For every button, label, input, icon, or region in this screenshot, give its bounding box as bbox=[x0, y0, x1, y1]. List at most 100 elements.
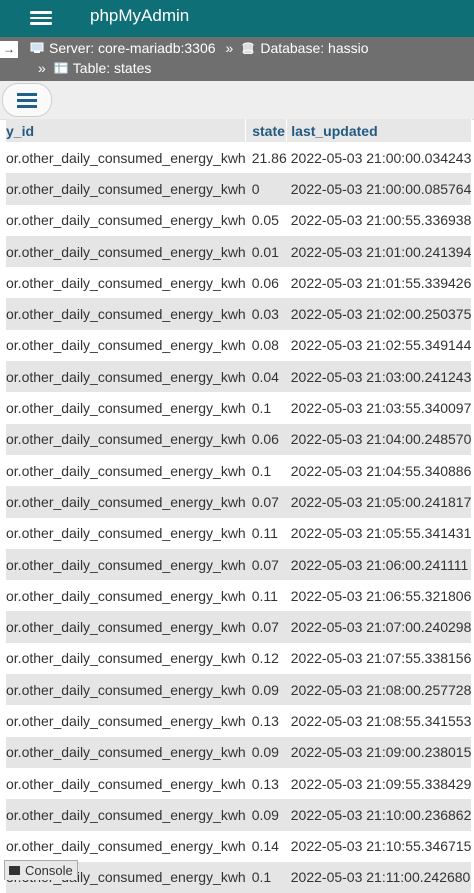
table-row[interactable]: or.other_daily_consumed_energy_kwh 0.09 20… bbox=[6, 736, 472, 768]
table-row[interactable]: or.other_daily_consumed_energy_kwh 0.06 20… bbox=[6, 423, 472, 455]
cell-state: 0.09 bbox=[245, 799, 287, 831]
cell-last-updated: 2022-05-03 21:04:55.340886 bbox=[286, 454, 472, 487]
cell-state: 0.07 bbox=[245, 611, 287, 643]
database-icon bbox=[242, 42, 254, 54]
breadcrumb-database[interactable]: Database: hassio bbox=[260, 40, 368, 56]
cell-last-updated: 2022-05-03 21:00:00.034243 bbox=[286, 142, 472, 174]
hamburger-menu-icon[interactable] bbox=[30, 8, 52, 28]
table-row[interactable]: or.other_daily_consumed_energy_kwh 0.12 20… bbox=[6, 642, 472, 675]
table-row[interactable]: or.other_daily_consumed_energy_kwh 0.04 20… bbox=[6, 361, 472, 393]
cell-state: 21.86 bbox=[245, 142, 287, 174]
cell-last-updated: 2022-05-03 21:08:55.341553 bbox=[286, 705, 472, 737]
cell-last-updated: 2022-05-03 21:08:00.257728 bbox=[286, 674, 472, 706]
breadcrumb-separator: » bbox=[225, 40, 234, 56]
cell-state: 0.05 bbox=[245, 204, 287, 236]
breadcrumb-separator: » bbox=[38, 60, 46, 76]
cell-entity-id: or.other_daily_consumed_energy_kwh bbox=[6, 361, 246, 393]
cell-state: 0.1 bbox=[245, 392, 287, 424]
table-header-row: y_id state last_updated bbox=[6, 119, 472, 142]
cell-state: 0.06 bbox=[245, 267, 287, 299]
table-row[interactable]: or.other_daily_consumed_energy_kwh 0 2022-… bbox=[6, 173, 472, 205]
cell-entity-id: or.other_daily_consumed_energy_kwh bbox=[6, 454, 246, 487]
cell-state: 0.13 bbox=[245, 767, 287, 800]
cell-state: 0.13 bbox=[245, 705, 287, 737]
breadcrumb-server[interactable]: Server: core-mariadb:3306 bbox=[49, 40, 216, 56]
column-header-entity-id[interactable]: y_id bbox=[6, 119, 247, 142]
table-row[interactable]: or.other_daily_consumed_energy_kwh 0.11 20… bbox=[6, 517, 472, 549]
cell-entity-id: or.other_daily_consumed_energy_kwh bbox=[6, 642, 246, 675]
table-row[interactable]: or.other_daily_consumed_energy_kwh 21.86 2… bbox=[6, 142, 472, 174]
cell-last-updated: 2022-05-03 21:02:55.349144 bbox=[286, 329, 472, 362]
cell-entity-id: or.other_daily_consumed_energy_kwh bbox=[6, 486, 246, 518]
table-row[interactable]: or.other_daily_consumed_energy_kwh 0.1 202… bbox=[6, 454, 472, 487]
cell-last-updated: 2022-05-03 21:06:00.241111 bbox=[286, 548, 472, 581]
table-row[interactable]: or.other_daily_consumed_energy_kwh 0.09 20… bbox=[6, 799, 472, 831]
cell-entity-id: or.other_daily_consumed_energy_kwh bbox=[6, 705, 246, 737]
cell-state: 0.07 bbox=[245, 486, 287, 518]
table-row[interactable]: or.other_daily_consumed_energy_kwh 0.1 202… bbox=[6, 392, 472, 424]
cell-entity-id: or.other_daily_consumed_energy_kwh bbox=[6, 580, 246, 612]
cell-state: 0.11 bbox=[245, 517, 287, 549]
table-row[interactable]: or.other_daily_consumed_energy_kwh 0.01 20… bbox=[6, 235, 472, 268]
column-header-last-updated[interactable]: last_updated bbox=[286, 119, 472, 142]
table-row[interactable]: or.other_daily_consumed_energy_kwh 0.07 20… bbox=[6, 611, 472, 643]
console-label: Console bbox=[25, 863, 73, 878]
breadcrumb-table[interactable]: Table: states bbox=[73, 60, 152, 76]
table-row[interactable]: or.other_daily_consumed_energy_kwh 0.07 20… bbox=[6, 486, 472, 518]
table-row[interactable]: or.other_daily_consumed_energy_kwh 0.13 20… bbox=[6, 767, 472, 800]
cell-entity-id: or.other_daily_consumed_energy_kwh bbox=[6, 142, 246, 174]
cell-last-updated: 2022-05-03 21:05:00.241817 bbox=[286, 486, 472, 518]
app-title[interactable]: phpMyAdmin bbox=[90, 6, 189, 26]
cell-last-updated: 2022-05-03 21:07:00.240298 bbox=[286, 611, 472, 643]
cell-entity-id: or.other_daily_consumed_energy_kwh bbox=[6, 830, 246, 862]
table-row[interactable]: or.other_daily_consumed_energy_kwh 0.07 20… bbox=[6, 548, 472, 581]
results-table: y_id state last_updated or.other_daily_c… bbox=[6, 119, 472, 893]
cell-last-updated: 2022-05-03 21:11:00.242680 bbox=[286, 861, 472, 893]
cell-entity-id: or.other_daily_consumed_energy_kwh bbox=[6, 611, 246, 643]
cell-entity-id: or.other_daily_consumed_energy_kwh bbox=[6, 267, 246, 299]
menu-toggle-button[interactable] bbox=[2, 83, 52, 117]
cell-last-updated: 2022-05-03 21:00:55.336938 bbox=[286, 204, 472, 236]
table-row[interactable]: or.other_daily_consumed_energy_kwh 0.11 20… bbox=[6, 580, 472, 612]
cell-entity-id: or.other_daily_consumed_energy_kwh bbox=[6, 799, 246, 831]
table-row[interactable]: or.other_daily_consumed_energy_kwh 0.14 20… bbox=[6, 830, 472, 862]
cell-state: 0.1 bbox=[245, 454, 287, 487]
table-row[interactable]: or.other_daily_consumed_energy_kwh 0.13 20… bbox=[6, 705, 472, 737]
cell-last-updated: 2022-05-03 21:10:00.236862 bbox=[286, 799, 472, 831]
cell-entity-id: or.other_daily_consumed_energy_kwh bbox=[6, 329, 246, 362]
cell-entity-id: or.other_daily_consumed_energy_kwh bbox=[6, 423, 246, 455]
toolbar bbox=[0, 81, 474, 120]
table-row[interactable]: or.other_daily_consumed_energy_kwh 0.03 20… bbox=[6, 298, 472, 330]
cell-state: 0.09 bbox=[245, 674, 287, 706]
table-row[interactable]: or.other_daily_consumed_energy_kwh 0.05 20… bbox=[6, 204, 472, 236]
cell-last-updated: 2022-05-03 21:10:55.346715 bbox=[286, 830, 472, 862]
cell-entity-id: or.other_daily_consumed_energy_kwh bbox=[6, 235, 246, 268]
cell-last-updated: 2022-05-03 21:03:55.340097 bbox=[286, 392, 472, 424]
cell-state: 0.07 bbox=[245, 548, 287, 581]
cell-last-updated: 2022-05-03 21:06:55.321806 bbox=[286, 580, 472, 612]
cell-last-updated: 2022-05-03 21:02:00.250375 bbox=[286, 298, 472, 330]
cell-last-updated: 2022-05-03 21:05:55.341431 bbox=[286, 517, 472, 549]
cell-entity-id: or.other_daily_consumed_energy_kwh bbox=[6, 736, 246, 768]
cell-entity-id: or.other_daily_consumed_energy_kwh bbox=[6, 517, 246, 549]
cell-entity-id: or.other_daily_consumed_energy_kwh bbox=[6, 173, 246, 205]
cell-entity-id: or.other_daily_consumed_energy_kwh bbox=[6, 298, 246, 330]
cell-entity-id: or.other_daily_consumed_energy_kwh bbox=[6, 204, 246, 236]
cell-state: 0.08 bbox=[245, 329, 287, 362]
cell-state: 0.1 bbox=[245, 861, 287, 893]
breadcrumb-arrow-icon[interactable]: → bbox=[0, 41, 18, 58]
table-row[interactable]: or.other_daily_consumed_energy_kwh 0.09 20… bbox=[6, 674, 472, 706]
console-button[interactable]: Console bbox=[4, 860, 78, 880]
table-row[interactable]: or.other_daily_consumed_energy_kwh 0.08 20… bbox=[6, 329, 472, 362]
table-row[interactable]: or.other_daily_consumed_energy_kwh 0.06 20… bbox=[6, 267, 472, 299]
cell-state: 0.11 bbox=[245, 580, 287, 612]
cell-last-updated: 2022-05-03 21:00:00.085764 bbox=[286, 173, 472, 205]
cell-state: 0.09 bbox=[245, 736, 287, 768]
top-bar: phpMyAdmin bbox=[0, 0, 474, 37]
cell-state: 0.03 bbox=[245, 298, 287, 330]
column-header-state[interactable]: state bbox=[245, 119, 288, 142]
cell-entity-id: or.other_daily_consumed_energy_kwh bbox=[6, 548, 246, 581]
table-icon bbox=[54, 62, 68, 74]
cell-last-updated: 2022-05-03 21:09:55.338429 bbox=[286, 767, 472, 800]
cell-entity-id: or.other_daily_consumed_energy_kwh bbox=[6, 392, 246, 424]
